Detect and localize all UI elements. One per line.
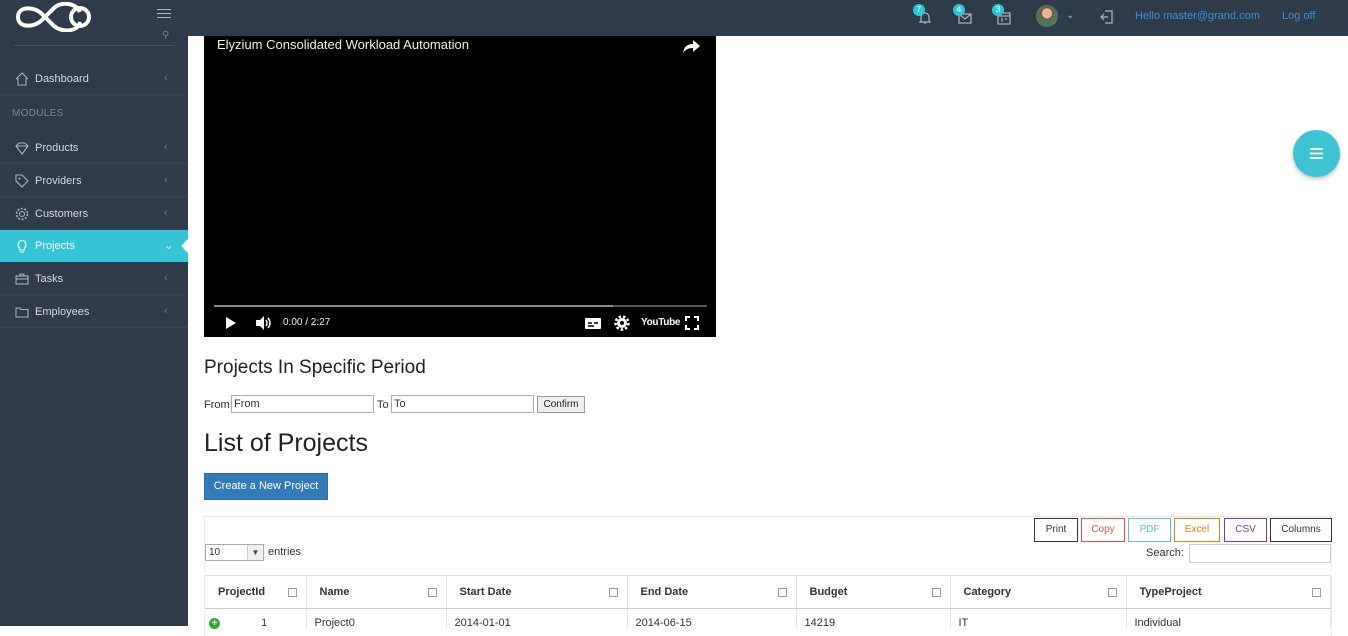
entries-label: entries <box>268 546 302 558</box>
sidebar-item-dashboard[interactable]: Dashboard ‹ <box>0 63 188 95</box>
to-date-input[interactable] <box>391 395 534 413</box>
chevron-left-icon: ‹ <box>164 72 168 84</box>
pdf-button[interactable]: PDF <box>1128 518 1171 542</box>
message-count-badge: 4 <box>953 4 965 16</box>
confirm-button[interactable]: Confirm <box>537 396 585 413</box>
logout-icon[interactable] <box>1099 9 1115 25</box>
columns-button[interactable]: Columns <box>1270 518 1332 542</box>
briefcase-icon <box>15 273 29 285</box>
search-label: Search: <box>1146 547 1184 559</box>
sort-icon <box>931 588 941 597</box>
sidebar-toggle-button[interactable] <box>157 9 171 19</box>
copy-button[interactable]: Copy <box>1081 518 1125 542</box>
sort-icon <box>608 588 618 597</box>
tag-icon <box>15 174 29 188</box>
sidebar: ⚲ Dashboard ‹ MODULES Products ‹ Provide… <box>0 30 189 626</box>
video-progress-bar[interactable] <box>214 305 707 307</box>
sidebar-item-employees[interactable]: Employees ‹ <box>0 296 188 328</box>
chevron-left-icon: ‹ <box>164 305 168 317</box>
sidebar-section-header: MODULES <box>12 108 64 119</box>
sidebar-item-label: Products <box>35 142 79 154</box>
notification-count-badge: 7 <box>913 4 925 16</box>
create-project-button[interactable]: Create a New Project <box>204 473 328 500</box>
tasks-button[interactable]: 3 <box>992 4 1016 30</box>
messages-button[interactable]: 4 <box>953 4 977 30</box>
sidebar-search-input[interactable] <box>14 36 174 46</box>
video-player[interactable]: Elyzium Consolidated Workload Automation… <box>204 36 716 337</box>
subtitles-icon[interactable] <box>584 315 602 331</box>
sidebar-item-products[interactable]: Products ‹ <box>0 132 188 164</box>
chevron-left-icon: ‹ <box>164 207 168 219</box>
table-header-row: ProjectId Name Start Date End Date Budge… <box>205 575 1331 609</box>
user-avatar[interactable] <box>1036 5 1058 27</box>
lightbulb-icon <box>17 239 27 253</box>
user-greeting[interactable]: Hello master@grand.com <box>1135 10 1260 22</box>
volume-icon[interactable] <box>255 315 273 331</box>
period-heading: Projects In Specific Period <box>204 357 426 378</box>
to-label: To <box>377 399 389 411</box>
column-header-projectid[interactable]: ProjectId <box>205 575 307 609</box>
sidebar-item-label: Tasks <box>35 273 64 285</box>
sidebar-item-projects[interactable]: Projects ⌄ <box>0 230 189 262</box>
sidebar-item-providers[interactable]: Providers ‹ <box>0 165 188 197</box>
chevron-down-icon: ⌄ <box>164 240 174 252</box>
sort-icon <box>1107 588 1117 597</box>
sidebar-item-label: Customers <box>35 208 89 220</box>
chevron-left-icon: ‹ <box>164 141 168 153</box>
column-header-name[interactable]: Name <box>306 575 447 609</box>
logo[interactable] <box>14 2 94 32</box>
video-title[interactable]: Elyzium Consolidated Workload Automation <box>217 37 469 52</box>
folder-icon <box>15 307 29 318</box>
fullscreen-icon[interactable] <box>684 315 700 331</box>
sidebar-item-label: Employees <box>35 306 90 318</box>
sidebar-item-customers[interactable]: Customers ‹ <box>0 198 188 230</box>
column-header-category[interactable]: Category <box>950 575 1127 609</box>
sidebar-item-label: Projects <box>35 240 75 252</box>
print-button[interactable]: Print <box>1034 518 1078 542</box>
sort-icon <box>777 588 787 597</box>
column-header-start-date[interactable]: Start Date <box>446 575 628 609</box>
page-length-select[interactable]: 10 ▼ <box>205 544 264 561</box>
table-search-input[interactable] <box>1189 544 1331 563</box>
column-header-end-date[interactable]: End Date <box>627 575 797 609</box>
expand-row-icon[interactable]: + <box>209 617 220 629</box>
notifications-button[interactable]: 7 <box>913 4 937 30</box>
sort-icon <box>287 588 297 597</box>
column-header-typeproject[interactable]: TypeProject <box>1126 575 1331 609</box>
sort-icon <box>1312 588 1321 597</box>
floating-menu-button[interactable] <box>1293 130 1340 177</box>
chevron-left-icon: ‹ <box>164 272 168 284</box>
share-icon[interactable] <box>682 37 702 55</box>
page-title: List of Projects <box>204 429 368 457</box>
projects-table: ProjectId Name Start Date End Date Budge… <box>205 575 1331 629</box>
sidebar-item-label: Providers <box>35 175 82 187</box>
from-label: From <box>204 399 230 411</box>
sidebar-item-label: Dashboard <box>35 73 89 85</box>
sidebar-item-tasks[interactable]: Tasks ‹ <box>0 263 188 295</box>
settings-gear-icon[interactable] <box>614 315 630 331</box>
play-icon[interactable] <box>224 315 238 331</box>
gear-icon <box>15 207 29 221</box>
home-icon <box>15 72 29 86</box>
sort-icon <box>427 588 437 597</box>
chevron-down-icon: ▼ <box>247 545 263 560</box>
chevron-left-icon: ‹ <box>164 174 168 186</box>
log-off-link[interactable]: Log off <box>1282 10 1315 22</box>
video-time: 0:00 / 2:27 <box>283 317 331 328</box>
search-icon[interactable]: ⚲ <box>162 30 169 41</box>
diamond-icon <box>15 142 29 155</box>
page-length-value: 10 <box>209 547 221 558</box>
task-count-badge: 3 <box>992 4 1004 16</box>
from-date-input[interactable] <box>231 395 374 413</box>
menu-icon <box>1310 148 1323 159</box>
excel-button[interactable]: Excel <box>1174 518 1220 542</box>
youtube-logo[interactable]: YouTube <box>641 317 681 328</box>
chevron-down-icon[interactable]: ⌄ <box>1066 10 1074 21</box>
column-header-budget[interactable]: Budget <box>796 575 951 609</box>
csv-button[interactable]: CSV <box>1224 518 1267 542</box>
top-bar: 7 4 3 ⌄ Hello master@grand.com Log off <box>0 0 1348 36</box>
